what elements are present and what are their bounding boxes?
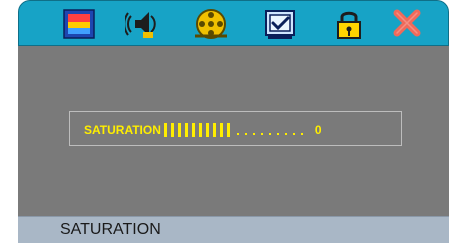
saturation-step-filled (226, 123, 230, 137)
close-icon[interactable] (387, 6, 427, 42)
status-text: SATURATION (60, 221, 161, 238)
picture-icon[interactable] (59, 6, 99, 42)
osd-menu: SATURATION 0 SATURATION (18, 0, 449, 243)
checkbox-icon[interactable] (260, 6, 300, 42)
saturation-step-empty (244, 133, 247, 135)
menu-bar (18, 0, 449, 46)
saturation-value: 0 (314, 123, 322, 137)
saturation-remaining-dots (236, 122, 309, 138)
main-panel: SATURATION 0 (18, 46, 449, 216)
saturation-step-filled (205, 123, 209, 137)
saturation-step-filled (191, 123, 195, 137)
status-bar: SATURATION (18, 216, 449, 243)
saturation-step-filled (212, 123, 216, 137)
saturation-step-filled (177, 123, 181, 137)
saturation-step-empty (236, 133, 239, 135)
saturation-level-bar (163, 122, 234, 138)
saturation-step-empty (292, 133, 295, 135)
saturation-step-empty (284, 133, 287, 135)
saturation-step-empty (276, 133, 279, 135)
saturation-label: SATURATION (84, 123, 161, 137)
saturation-step-filled (184, 123, 188, 137)
saturation-step-empty (252, 133, 255, 135)
film-reel-icon[interactable] (191, 6, 231, 42)
saturation-step-filled (219, 123, 223, 137)
saturation-adjustment[interactable]: SATURATION 0 (69, 111, 402, 146)
saturation-step-filled (163, 123, 167, 137)
saturation-row: SATURATION 0 (84, 122, 322, 138)
saturation-step-filled (198, 123, 202, 137)
saturation-step-empty (260, 133, 263, 135)
saturation-step-filled (170, 123, 174, 137)
lock-icon[interactable] (329, 6, 369, 42)
saturation-step-empty (300, 133, 303, 135)
saturation-step-empty (268, 133, 271, 135)
audio-icon[interactable] (125, 6, 165, 42)
